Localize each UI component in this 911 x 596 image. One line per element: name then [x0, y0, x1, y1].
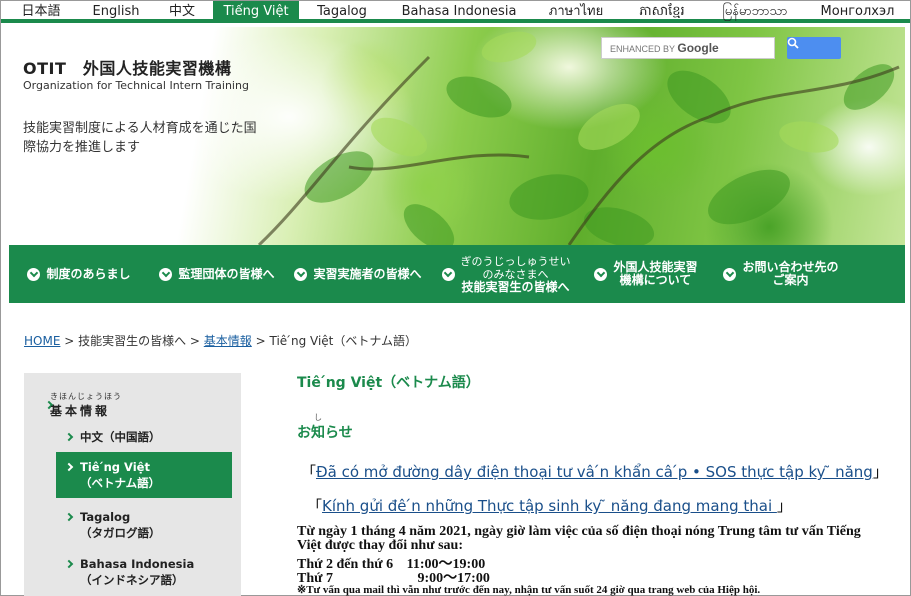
- sos-hotline-link[interactable]: Đã có mở đường dây điện thoại tư vâ ́n k…: [316, 463, 873, 481]
- sidebar-item-label: 中文（中国語）: [80, 430, 161, 444]
- notice-link-pregnant: 「Kính gửi đê ́n những Thực tập sinh ky ̃…: [307, 495, 792, 516]
- sidebar-item-vietnamese[interactable]: Tiê ́ng Việt （ベトナム語）: [56, 452, 232, 498]
- chevron-down-icon: [594, 267, 608, 281]
- nav-about-otit[interactable]: 外国人技能実習 機構について: [581, 245, 711, 303]
- nav-contact[interactable]: お問い合わせ先の ご案内: [711, 245, 851, 303]
- main-nav: 制度のあらまし 監理団体の皆様へ 実習実施者の皆様へ ぎのうじっしゅうせい のみ…: [9, 245, 905, 303]
- nav-implementing-orgs[interactable]: 実習実施者の皆様へ: [285, 245, 431, 303]
- sidebar-item-label: Tiê ́ng Việt: [80, 460, 150, 474]
- chevron-down-icon: [441, 267, 455, 281]
- sidebar-heading-label: 基本情報: [50, 404, 111, 418]
- nav-label-line2: 機構について: [619, 273, 692, 287]
- lang-indonesian[interactable]: Bahasa Indonesia: [385, 1, 533, 23]
- search-icon: [787, 37, 799, 49]
- lang-myanmar[interactable]: မြန်မာဘာသာ: [705, 1, 805, 23]
- nav-supervising-orgs[interactable]: 監理団体の皆様へ: [149, 245, 285, 303]
- breadcrumb-separator: > 技能実習生の皆様へ >: [60, 334, 204, 348]
- bracket-close: 」: [872, 463, 888, 481]
- notice-heading: お知らせ: [297, 425, 353, 441]
- search-button[interactable]: [787, 37, 841, 59]
- chevron-right-icon: [64, 559, 74, 569]
- nav-label-ruby: ぎのうじっしゅうせい: [460, 254, 571, 268]
- sidebar: きほんじょうほう 基本情報 中文（中国語） Tiê ́ng Việt （ベトナム…: [24, 373, 241, 596]
- search-placeholder-prefix: ENHANCED BY: [610, 44, 675, 54]
- bracket-close: 」: [776, 497, 792, 515]
- nav-label-line2: のみなさまへ: [482, 267, 549, 281]
- nav-label: 実習実施者の皆様へ: [313, 266, 422, 281]
- nav-technical-interns[interactable]: ぎのうじっしゅうせい のみなさまへ 技能実習生の皆様へ: [431, 245, 581, 303]
- sidebar-heading[interactable]: きほんじょうほう 基本情報: [50, 391, 122, 419]
- bracket-open: 「: [301, 463, 317, 481]
- search-input[interactable]: ENHANCED BY Google: [601, 37, 775, 59]
- site-logo-subtitle: Organization for Technical Intern Traini…: [23, 79, 249, 92]
- sidebar-item-sublabel: （インドネシア語）: [80, 573, 184, 587]
- lang-english[interactable]: English: [81, 1, 151, 23]
- hotline-paragraph-line2: Việt được thay đổi như sau:: [297, 538, 464, 553]
- sidebar-item-chinese[interactable]: 中文（中国語）: [56, 429, 232, 445]
- chevron-right-icon: [64, 432, 74, 442]
- site-logo[interactable]: OTIT 外国人技能実習機構: [23, 55, 231, 79]
- sidebar-item-sublabel: （ベトナム語）: [80, 476, 161, 490]
- notice-link-sos: 「Đã có mở đường dây điện thoại tư vâ ́n …: [301, 461, 888, 482]
- site-tagline: 技能実習制度による人材育成を通じた国際協力を推進します: [23, 121, 257, 155]
- nav-system-overview[interactable]: 制度のあらまし: [9, 245, 149, 303]
- page-title: Tiê ́ng Việt（ベトナム語）: [297, 375, 480, 391]
- lang-mongolian[interactable]: Монголхэл: [805, 1, 910, 23]
- sidebar-item-tagalog[interactable]: Tagalog （タガログ語）: [56, 509, 232, 541]
- language-bar: 日本語 English 中文 Tiếng Việt Tagalog Bahasa…: [1, 1, 910, 23]
- header-banner: OTIT 外国人技能実習機構 Organization for Technica…: [9, 27, 905, 245]
- sidebar-item-indonesian[interactable]: Bahasa Indonesia （インドネシア語）: [56, 556, 232, 588]
- sidebar-item-label: Tagalog: [80, 510, 131, 524]
- chevron-right-icon: [64, 462, 74, 472]
- nav-label-line2: ご案内: [772, 273, 809, 287]
- lang-japanese[interactable]: 日本語: [1, 1, 81, 23]
- nav-label: 制度のあらまし: [46, 266, 131, 281]
- mail-consult-note: ※Tư vấn qua mail thì vẫn như trước đến n…: [297, 584, 761, 596]
- sidebar-heading-ruby: きほんじょうほう: [50, 392, 122, 401]
- chevron-right-icon: [64, 512, 74, 522]
- search-placeholder-brand: Google: [677, 41, 719, 55]
- chevron-down-icon: [294, 267, 308, 281]
- sidebar-item-sublabel: （タガログ語）: [80, 526, 161, 540]
- lang-thai[interactable]: ภาษาไทย: [533, 1, 619, 23]
- nav-label: 監理団体の皆様へ: [178, 266, 275, 281]
- sidebar-item-label: Bahasa Indonesia: [80, 557, 195, 571]
- nav-label-line3: 技能実習生の皆様へ: [461, 279, 570, 294]
- pregnant-interns-link[interactable]: Kính gửi đê ́n những Thực tập sinh ky ̃ …: [322, 497, 777, 515]
- lang-vietnamese[interactable]: Tiếng Việt: [213, 1, 299, 23]
- chevron-down-icon: [159, 267, 173, 281]
- lang-khmer[interactable]: ភាសាខ្មែរ: [619, 1, 705, 23]
- chevron-down-icon: [723, 267, 737, 281]
- bracket-open: 「: [307, 497, 323, 515]
- breadcrumb-basic-info-link[interactable]: 基本情報: [204, 334, 252, 348]
- breadcrumb: HOME > 技能実習生の皆様へ > 基本情報 > Tiê ́ng Việt（ベ…: [24, 332, 417, 349]
- breadcrumb-home-link[interactable]: HOME: [24, 334, 60, 348]
- breadcrumb-current: > Tiê ́ng Việt（ベトナム語）: [251, 334, 418, 348]
- chevron-down-icon: [27, 267, 41, 281]
- lang-tagalog[interactable]: Tagalog: [299, 1, 385, 23]
- lang-chinese[interactable]: 中文: [151, 1, 213, 23]
